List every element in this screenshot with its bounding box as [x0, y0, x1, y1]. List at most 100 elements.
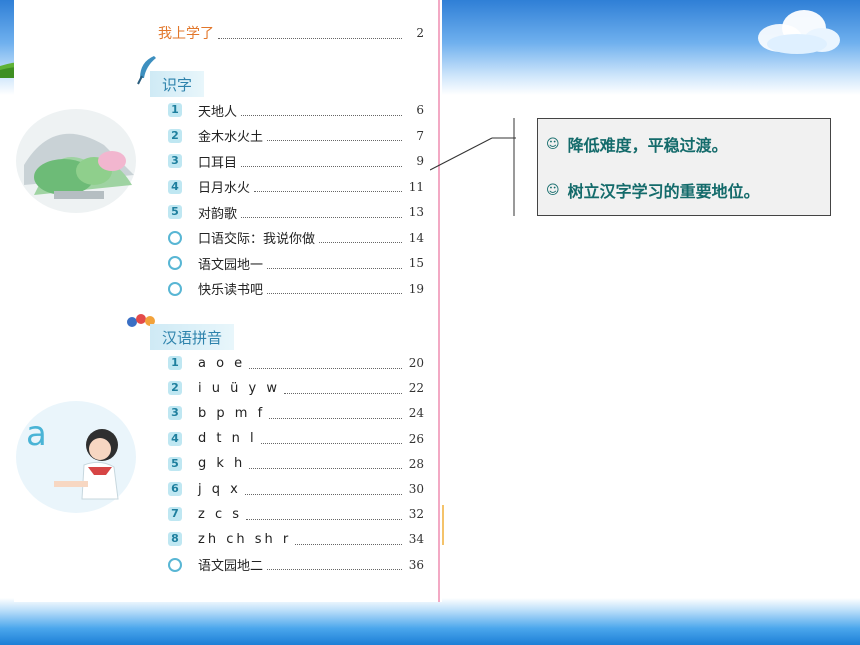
note-text: 降低难度，平稳过渡。: [567, 136, 728, 155]
leader-dots: [267, 559, 402, 571]
toc-entry: 7 z c s 32: [168, 503, 424, 525]
lesson-number-badge: 2: [168, 128, 182, 143]
lesson-number-badge: 1: [168, 103, 182, 117]
circle-marker-icon: [168, 230, 182, 245]
toc-page-number: 34: [408, 532, 424, 547]
toc-entry-title: 语文园地一: [198, 257, 264, 273]
section-banner-shizi: 识字: [150, 71, 205, 97]
circle-marker-icon: [168, 281, 182, 296]
toc-entry: 3 b p m f 24: [168, 402, 424, 424]
lesson-number-badge: 4: [168, 179, 182, 194]
note-box: ☺ 降低难度，平稳过渡。 ☺ 树立汉字学习的重要地位。: [537, 118, 831, 216]
toc-entry: 3 口耳目 9: [168, 150, 424, 172]
toc-entry-title: 对韵歌: [198, 206, 238, 222]
leader-dots: [244, 484, 402, 495]
toc-page-number: 15: [408, 256, 424, 270]
toc-entry: 1 天地人 6: [168, 99, 424, 121]
toc-page-number: 9: [416, 154, 424, 168]
toc-entry: 6 j q x 30: [168, 478, 424, 500]
toc-entry: 语文园地一 15: [168, 252, 424, 274]
note-text: 树立汉字学习的重要地位。: [567, 182, 760, 201]
landscape-illustration: [16, 109, 136, 213]
leader-dots: [241, 156, 402, 167]
toc-entry-title: i u ü y w: [198, 380, 280, 396]
toc-entry: 5 对韵歌 13: [168, 201, 424, 223]
section-title: 汉语拼音: [162, 328, 223, 347]
cloud-icon: [758, 10, 840, 54]
toc-entry-title: j q x: [198, 481, 241, 497]
toc-entry-title: 语文园地二: [198, 559, 264, 575]
smiley-icon: ☺: [546, 182, 560, 198]
lesson-number-badge: 7: [168, 507, 182, 522]
leader-dots: [295, 534, 402, 545]
toc-entry-title: 日月水火: [198, 181, 251, 196]
toc-entry-title: 口耳目: [198, 155, 238, 171]
toc-entry-title: 口语交际：我说你做: [198, 232, 316, 247]
note-line: ☺ 树立汉字学习的重要地位。: [546, 175, 822, 205]
leader-dots: [267, 283, 402, 294]
lesson-number-badge: 5: [168, 205, 182, 219]
lesson-number-badge: 4: [168, 431, 182, 446]
toc-entry: 4 日月水火 11: [168, 176, 424, 198]
toc-page-number: 26: [408, 431, 424, 446]
toc-page-number: 30: [408, 482, 424, 496]
leader-dots: [283, 383, 402, 394]
pinyin-letter-a: a: [26, 414, 47, 454]
toc-entry: 快乐读书吧 19: [168, 278, 424, 300]
leader-dots: [267, 258, 402, 269]
lesson-number-badge: 5: [168, 456, 182, 471]
toc-page-number: 20: [408, 356, 424, 370]
lesson-number-badge: 2: [168, 381, 182, 396]
lesson-number-badge: 1: [168, 356, 182, 370]
toc-page-number: 14: [408, 230, 424, 245]
circle-marker-icon: [168, 557, 182, 572]
leader-dots: [249, 458, 402, 470]
toc-page-number: 2: [416, 26, 424, 40]
toc-entry: 8 zh ch sh r 34: [168, 528, 424, 550]
leader-dots: [218, 28, 402, 39]
callout-connector: [430, 118, 516, 216]
page-edge-line: [438, 0, 440, 602]
toc-entry-first: 我上学了 2: [158, 22, 424, 44]
lesson-number-badge: 8: [168, 532, 182, 547]
toc-page-number: 32: [408, 507, 424, 522]
lesson-number-badge: 6: [168, 482, 182, 496]
leader-dots: [260, 433, 402, 445]
leader-dots: [254, 181, 402, 192]
toc-page-number: 19: [408, 281, 424, 296]
toc-entry-title: z c s: [198, 506, 243, 522]
toc-entry-title: a o e: [198, 355, 246, 371]
toc-page-number: 36: [408, 557, 424, 572]
toc-page-number: 22: [408, 381, 424, 396]
page-edge-marker: [442, 505, 444, 545]
toc-page-number: 7: [416, 128, 424, 143]
toc-page-number: 11: [408, 179, 424, 194]
leader-dots: [249, 358, 402, 369]
toc-entry: 1 a o e 20: [168, 352, 424, 374]
note-line: ☺ 降低难度，平稳过渡。: [546, 129, 822, 159]
toc-page-number: 24: [408, 406, 424, 421]
lesson-number-badge: 3: [168, 406, 182, 421]
toc-entry-title: 快乐读书吧: [198, 283, 264, 298]
section-title: 识字: [162, 75, 193, 94]
toc-entry-title: 我上学了: [158, 26, 214, 42]
toc-entry-title: b p m f: [198, 405, 266, 421]
toc-entry: 4 d t n l 26: [168, 428, 424, 450]
section-banner-pinyin: 汉语拼音: [150, 324, 235, 350]
leader-dots: [269, 408, 402, 419]
leader-dots: [267, 130, 402, 141]
toc-entry-title: d t n l: [198, 431, 257, 447]
toc-entry: 2 金木水火土 7: [168, 125, 424, 147]
toc-page-number: 13: [408, 205, 424, 219]
toc-page-number: 28: [408, 456, 424, 471]
leader-dots: [241, 207, 402, 218]
toc-entry: 语文园地二 36: [168, 554, 424, 576]
bottom-water-band: [0, 598, 860, 645]
lesson-number-badge: 3: [168, 154, 182, 168]
toc-entry: 5 g k h 28: [168, 453, 424, 475]
girl-illustration: [16, 401, 136, 513]
toc-entry-title: zh ch sh r: [198, 531, 292, 547]
toc-entry-title: 天地人: [198, 104, 238, 120]
toc-entry-title: 金木水火土: [198, 130, 264, 145]
toc-entry: 口语交际：我说你做 14: [168, 227, 424, 249]
